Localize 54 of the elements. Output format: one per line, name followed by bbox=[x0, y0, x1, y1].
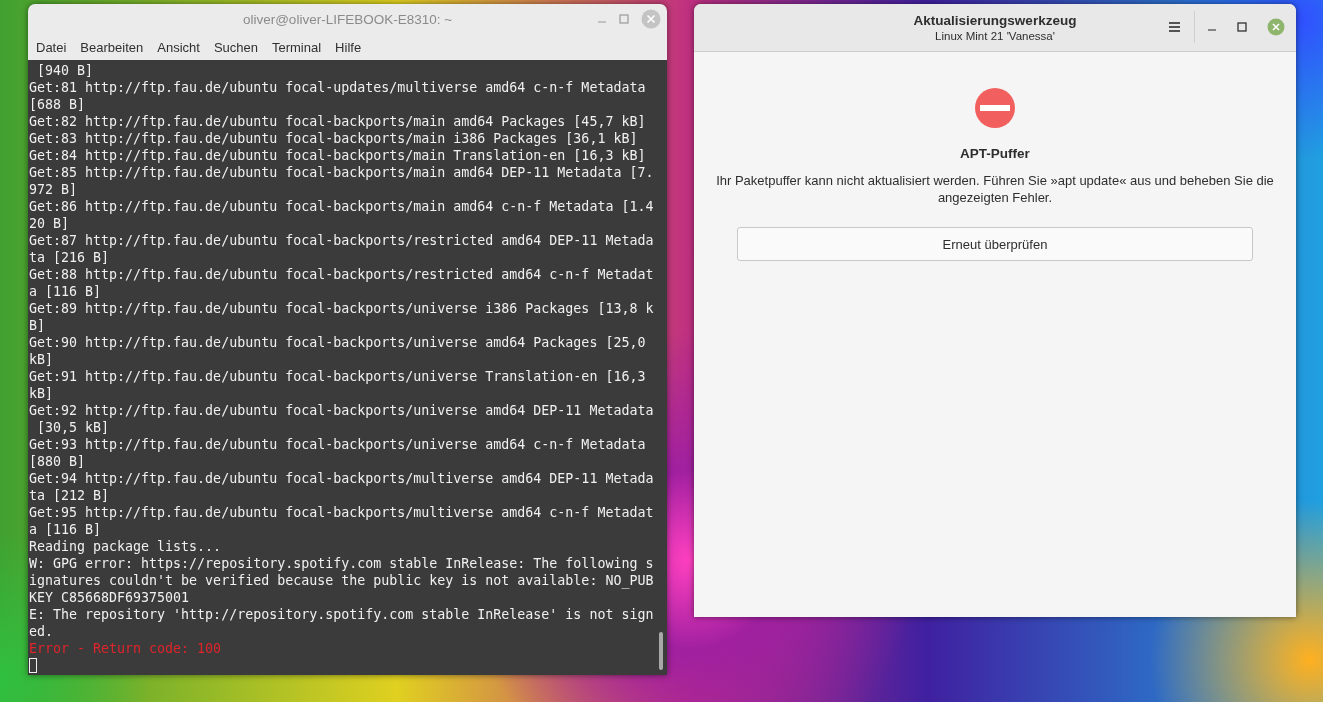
terminal-line: 20 B] bbox=[29, 215, 70, 232]
terminal-line: Get:84 http://ftp.fau.de/ubuntu focal-backports/main Translation-en [16,3 kB] bbox=[29, 147, 646, 164]
terminal-line: Get:94 http://ftp.fau.de/ubuntu focal-backports/multiverse amd64 DEP-11 Metada bbox=[29, 470, 654, 487]
terminal-line: [30,5 kB] bbox=[36, 419, 110, 436]
window-title: oliver@oliver-LIFEBOOK-E8310: ~ bbox=[242, 11, 453, 27]
window-subtitle: Linux Mint 21 'Vanessa' bbox=[935, 29, 1055, 43]
terminal-line: [880 B] bbox=[29, 453, 86, 470]
terminal-line: [940 B] bbox=[36, 62, 94, 79]
terminal-line: kB] bbox=[29, 385, 54, 402]
terminal-line: Get:93 http://ftp.fau.de/ubuntu focal-backports/universe amd64 c-n-f Metadata bbox=[29, 436, 646, 453]
terminal-line: Get:83 http://ftp.fau.de/ubuntu focal-backports/main i386 Packages [36,1 kB] bbox=[29, 130, 638, 147]
terminal-line: Error - Return code: 100 bbox=[29, 640, 222, 657]
terminal-line: ta [212 B] bbox=[29, 487, 110, 504]
status-message: Ihr Paketpuffer kann nicht aktualisiert werden. Führen Sie »apt update« aus und beheben Sie die angezeigten Fehler. bbox=[715, 172, 1275, 206]
menu-item[interactable]: Terminal bbox=[265, 39, 329, 55]
recheck-button[interactable]: Erneut überprüfen bbox=[737, 227, 1253, 261]
terminal-line: [688 B] bbox=[29, 96, 86, 113]
terminal-line: Get:88 http://ftp.fau.de/ubuntu focal-backports/restricted amd64 c-n-f Metadat bbox=[29, 266, 654, 283]
menu-icon[interactable] bbox=[1169, 22, 1180, 32]
terminal-line: Get:92 http://ftp.fau.de/ubuntu focal-backports/universe amd64 DEP-11 Metadata bbox=[29, 402, 654, 419]
terminal-line: E: The repository 'http://repository.spotify.com stable InRelease' is not sign bbox=[29, 606, 654, 623]
menu-item[interactable]: Bearbeiten bbox=[73, 39, 151, 55]
terminal-line: W: GPG error: https://repository.spotify.com stable InRelease: The following s bbox=[29, 555, 654, 572]
menu-item[interactable]: Hilfe bbox=[328, 39, 369, 55]
terminal-line: KEY C85668DF69375001 bbox=[29, 589, 190, 606]
error-icon bbox=[975, 88, 1015, 128]
terminal-line: Reading package lists... bbox=[29, 538, 222, 555]
terminal-line: a [116 B] bbox=[29, 521, 102, 538]
terminal-line: Get:87 http://ftp.fau.de/ubuntu focal-backports/restricted amd64 DEP-11 Metada bbox=[29, 232, 654, 249]
terminal-line: Get:85 http://ftp.fau.de/ubuntu focal-backports/main amd64 DEP-11 Metadata [7. bbox=[29, 164, 654, 181]
terminal-line: Get:90 http://ftp.fau.de/ubuntu focal-backports/universe amd64 Packages [25,0 bbox=[29, 334, 646, 351]
close-icon[interactable] bbox=[641, 9, 661, 29]
status-title: APT-Puffer bbox=[960, 146, 1030, 161]
menu-item[interactable]: Datei bbox=[29, 39, 74, 55]
terminal-line: Get:95 http://ftp.fau.de/ubuntu focal-backports/multiverse amd64 c-n-f Metadat bbox=[29, 504, 654, 521]
terminal-line: ed. bbox=[29, 623, 54, 640]
terminal-line: kB] bbox=[29, 351, 54, 368]
terminal-line: Get:81 http://ftp.fau.de/ubuntu focal-updates/multiverse amd64 c-n-f Metadata bbox=[29, 79, 646, 96]
terminal-line: ignatures couldn't be verified because the public key is not available: NO_PUB bbox=[29, 572, 654, 589]
terminal-line: Get:86 http://ftp.fau.de/ubuntu focal-backports/main amd64 c-n-f Metadata [1.4 bbox=[29, 198, 654, 215]
terminal-line: Get:82 http://ftp.fau.de/ubuntu focal-backports/main amd64 Packages [45,7 kB] bbox=[29, 113, 646, 130]
text-cursor bbox=[29, 658, 37, 673]
menu-item[interactable]: Ansicht bbox=[150, 39, 207, 55]
close-icon[interactable] bbox=[1267, 18, 1285, 36]
menu-item[interactable]: Suchen bbox=[206, 39, 265, 55]
maximize-icon[interactable] bbox=[1237, 22, 1247, 32]
scrollbar-thumb[interactable] bbox=[659, 632, 663, 670]
terminal-line: Get:89 http://ftp.fau.de/ubuntu focal-backports/universe i386 Packages [13,8 k bbox=[29, 300, 654, 317]
terminal-line: 972 B] bbox=[29, 181, 78, 198]
window-title: Aktualisierungswerkzeug bbox=[913, 12, 1077, 29]
terminal-line: a [116 B] bbox=[29, 283, 102, 300]
terminal-line: Get:91 http://ftp.fau.de/ubuntu focal-backports/universe Translation-en [16,3 bbox=[29, 368, 646, 385]
terminal-line: B] bbox=[29, 317, 45, 334]
terminal-line: ta [216 B] bbox=[29, 249, 110, 266]
